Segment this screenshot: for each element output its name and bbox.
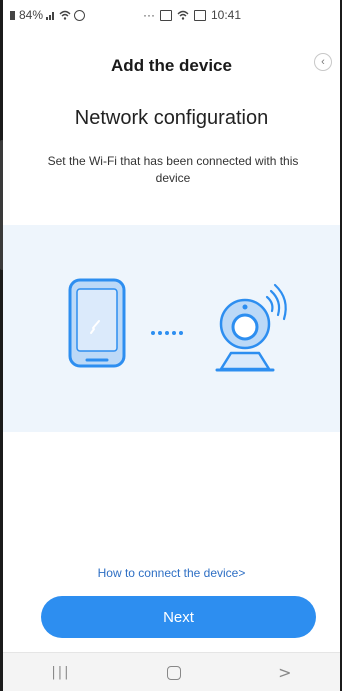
- next-button[interactable]: Next: [41, 596, 316, 638]
- wifi-icon: [59, 10, 71, 20]
- how-to-connect-link[interactable]: How to connect the device>: [3, 566, 340, 580]
- more-dots: ···: [143, 8, 155, 22]
- clock-time: 10:41: [211, 8, 242, 22]
- alarm-icon: [74, 9, 86, 21]
- section-heading: Network configuration: [74, 107, 269, 129]
- chevron-left-icon: ‹: [321, 55, 325, 68]
- back-button[interactable]: ‹: [314, 53, 332, 71]
- phone-icon: [68, 278, 126, 368]
- status-left: 84%: [10, 8, 86, 22]
- screen-icon: [194, 9, 206, 21]
- camera-icon: [215, 283, 287, 372]
- recent-apps-button[interactable]: |||: [51, 665, 70, 680]
- signal-icon: [46, 12, 55, 20]
- gallery-icon: [160, 9, 172, 21]
- page-title: Add the device: [111, 56, 232, 75]
- status-right: ··· 10:41: [143, 8, 241, 22]
- home-button[interactable]: [167, 665, 182, 680]
- connection-dots: [151, 331, 183, 335]
- section-description: Set the Wi-Fi that has been connected wi…: [47, 154, 299, 185]
- battery-level: 84%: [19, 8, 44, 22]
- battery-icon: [10, 10, 15, 20]
- system-nav-bar: ||| >: [3, 652, 340, 691]
- app-screen: 84% ··· 10:41 Add the device ‹ Network c…: [3, 0, 340, 691]
- wifi-status-icon: [177, 10, 189, 20]
- illustration-graphic: [68, 278, 287, 372]
- status-bar: 84% ··· 10:41: [3, 0, 340, 28]
- system-back-button[interactable]: >: [278, 663, 291, 682]
- illustration-panel: [3, 225, 340, 432]
